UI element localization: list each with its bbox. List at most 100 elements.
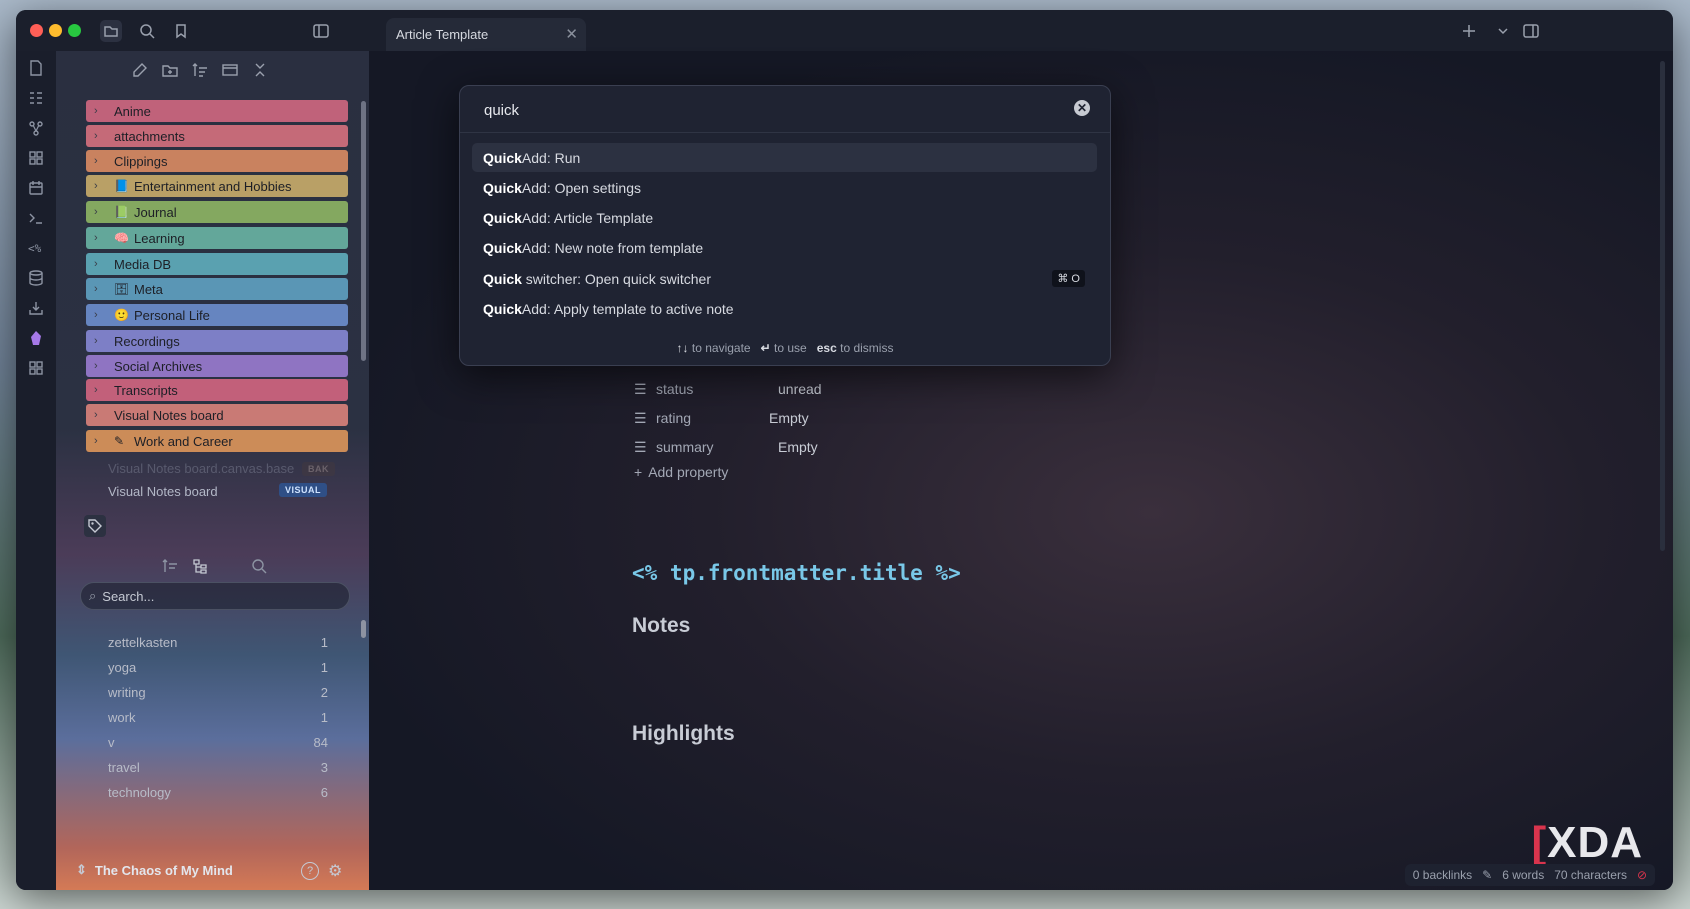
obsidian-icon[interactable] <box>27 329 45 347</box>
tag-name: zettelkasten <box>108 635 178 650</box>
editor-scrollbar[interactable] <box>1660 61 1665 551</box>
new-note-icon[interactable] <box>27 59 45 77</box>
tag-count: 3 <box>320 760 328 775</box>
sidebar-folder-4[interactable]: › 📗 Journal <box>86 201 348 223</box>
tag-item[interactable]: technology 6 <box>108 785 328 800</box>
sidebar-folder-6[interactable]: › Media DB <box>86 253 348 275</box>
sidebar-folder-2[interactable]: › Clippings <box>86 150 348 172</box>
chevron-right-icon: › <box>94 155 98 167</box>
kanban-icon[interactable] <box>27 89 45 107</box>
sidebar-folder-7[interactable]: › 🗄 Meta <box>86 278 348 300</box>
ribbon: <% <box>16 51 56 890</box>
toggle-sidebar-icon[interactable] <box>310 20 332 42</box>
chevron-right-icon: › <box>94 258 98 270</box>
title-bar: Article Template ✕ <box>16 10 1673 51</box>
add-property-button[interactable]: + Add property <box>634 464 728 480</box>
chevron-down-icon[interactable] <box>1492 20 1514 42</box>
sync-off-icon[interactable]: ⊘ <box>1637 868 1647 882</box>
tag-item[interactable]: writing 2 <box>108 685 328 700</box>
property-value[interactable]: Empty <box>778 439 818 455</box>
search-tags-icon[interactable] <box>250 557 268 575</box>
suggestion-text: Add: Open settings <box>521 179 641 196</box>
file-badge: VISUAL <box>279 483 328 497</box>
import-icon[interactable] <box>27 299 45 317</box>
new-folder-icon[interactable] <box>161 61 179 79</box>
file-item[interactable]: Visual Notes board <box>108 484 218 499</box>
command-suggestion[interactable]: Quick Add: Apply template to active note <box>472 295 1097 324</box>
command-suggestion[interactable]: Quick Add: New note from template <box>472 234 1097 263</box>
new-note-icon[interactable] <box>131 61 149 79</box>
property-name[interactable]: status <box>656 381 693 397</box>
sidebar-folder-label: Transcripts <box>114 382 178 398</box>
file-badge: BAK <box>302 462 335 476</box>
bookmark-icon[interactable] <box>170 20 192 42</box>
command-suggestion[interactable]: Quick Add: Run <box>472 143 1097 172</box>
plugins-grid-icon[interactable] <box>27 359 45 377</box>
sidebar-folder-13[interactable]: › ✎ Work and Career <box>86 430 348 452</box>
command-suggestion[interactable]: Quick switcher: Open quick switcher ⌘ O <box>472 264 1097 293</box>
edit-mode-icon[interactable]: ✎ <box>1482 868 1492 882</box>
new-tab-icon[interactable] <box>1458 20 1480 42</box>
search-icon[interactable] <box>136 20 158 42</box>
minimize-window-button[interactable] <box>49 24 62 37</box>
help-icon[interactable]: ? <box>301 862 319 880</box>
files-view-icon[interactable] <box>100 20 122 42</box>
auto-reveal-icon[interactable] <box>221 61 239 79</box>
folder-emoji-icon: ✎ <box>114 434 125 448</box>
sort-icon[interactable] <box>191 61 209 79</box>
sidebar-folder-9[interactable]: › Recordings <box>86 330 348 352</box>
sidebar-folder-label: Learning <box>134 230 185 246</box>
tag-item[interactable]: zettelkasten 1 <box>108 635 328 650</box>
property-value[interactable]: unread <box>778 381 822 397</box>
sidebar-scrollbar[interactable] <box>361 101 366 361</box>
folder-emoji-icon: 📗 <box>114 205 129 219</box>
property-name[interactable]: rating <box>656 410 691 426</box>
clear-search-icon[interactable]: ✕ <box>1074 100 1090 116</box>
sidebar-folder-label: Clippings <box>114 153 168 169</box>
file-item[interactable]: Visual Notes board.canvas.base <box>108 461 294 476</box>
tag-item[interactable]: yoga 1 <box>108 660 328 675</box>
close-tab-icon[interactable]: ✕ <box>565 25 578 43</box>
tags-scrollbar[interactable] <box>361 620 366 638</box>
sidebar-folder-8[interactable]: › 🙂 Personal Life <box>86 304 348 326</box>
tab-article-template[interactable]: Article Template ✕ <box>386 18 586 51</box>
tag-search-input[interactable]: ⌕ Search... <box>80 582 350 610</box>
zoom-window-button[interactable] <box>68 24 81 37</box>
property-name[interactable]: summary <box>656 439 714 455</box>
sidebar-folder-0[interactable]: › Anime <box>86 100 348 122</box>
tree-view-icon[interactable] <box>191 557 209 575</box>
sidebar-folder-3[interactable]: › 📘 Entertainment and Hobbies <box>86 175 348 197</box>
tag-item[interactable]: work 1 <box>108 710 328 725</box>
graph-icon[interactable] <box>27 119 45 137</box>
sidebar-folder-12[interactable]: › Visual Notes board <box>86 404 348 426</box>
command-suggestion[interactable]: Quick Add: Article Template <box>472 204 1097 233</box>
command-search-input[interactable] <box>482 98 1046 122</box>
templater-icon[interactable]: <% <box>27 239 45 257</box>
apps-grid-icon[interactable] <box>27 149 45 167</box>
tag-count: 1 <box>320 635 328 650</box>
calendar-icon[interactable] <box>27 179 45 197</box>
command-suggestion[interactable]: Quick Add: Open settings <box>472 173 1097 202</box>
sidebar-folder-5[interactable]: › 🧠 Learning <box>86 227 348 249</box>
tag-name: v <box>108 735 115 750</box>
hotkey-badge: ⌘ O <box>1052 270 1085 288</box>
sidebar-folder-label: Entertainment and Hobbies <box>134 178 292 194</box>
property-value[interactable]: Empty <box>769 410 809 426</box>
toggle-right-sidebar-icon[interactable] <box>1520 20 1542 42</box>
sidebar-folder-11[interactable]: › Transcripts <box>86 379 348 401</box>
database-icon[interactable] <box>27 269 45 287</box>
character-count: 70 characters <box>1554 868 1627 882</box>
sort-tags-icon[interactable] <box>161 557 179 575</box>
sidebar-folder-1[interactable]: › attachments <box>86 125 348 147</box>
tag-item[interactable]: v 84 <box>108 735 328 750</box>
close-window-button[interactable] <box>30 24 43 37</box>
settings-gear-icon[interactable]: ⚙ <box>328 863 346 881</box>
sidebar-folder-10[interactable]: › Social Archives <box>86 355 348 377</box>
chevron-right-icon: › <box>94 360 98 372</box>
tag-item[interactable]: travel 3 <box>108 760 328 775</box>
collapse-all-icon[interactable] <box>251 61 269 79</box>
tag-pane-icon[interactable] <box>84 515 106 537</box>
vault-switcher[interactable]: ⇕ The Chaos of My Mind <box>76 862 233 878</box>
backlinks-count[interactable]: 0 backlinks <box>1413 868 1472 882</box>
terminal-icon[interactable] <box>27 209 45 227</box>
